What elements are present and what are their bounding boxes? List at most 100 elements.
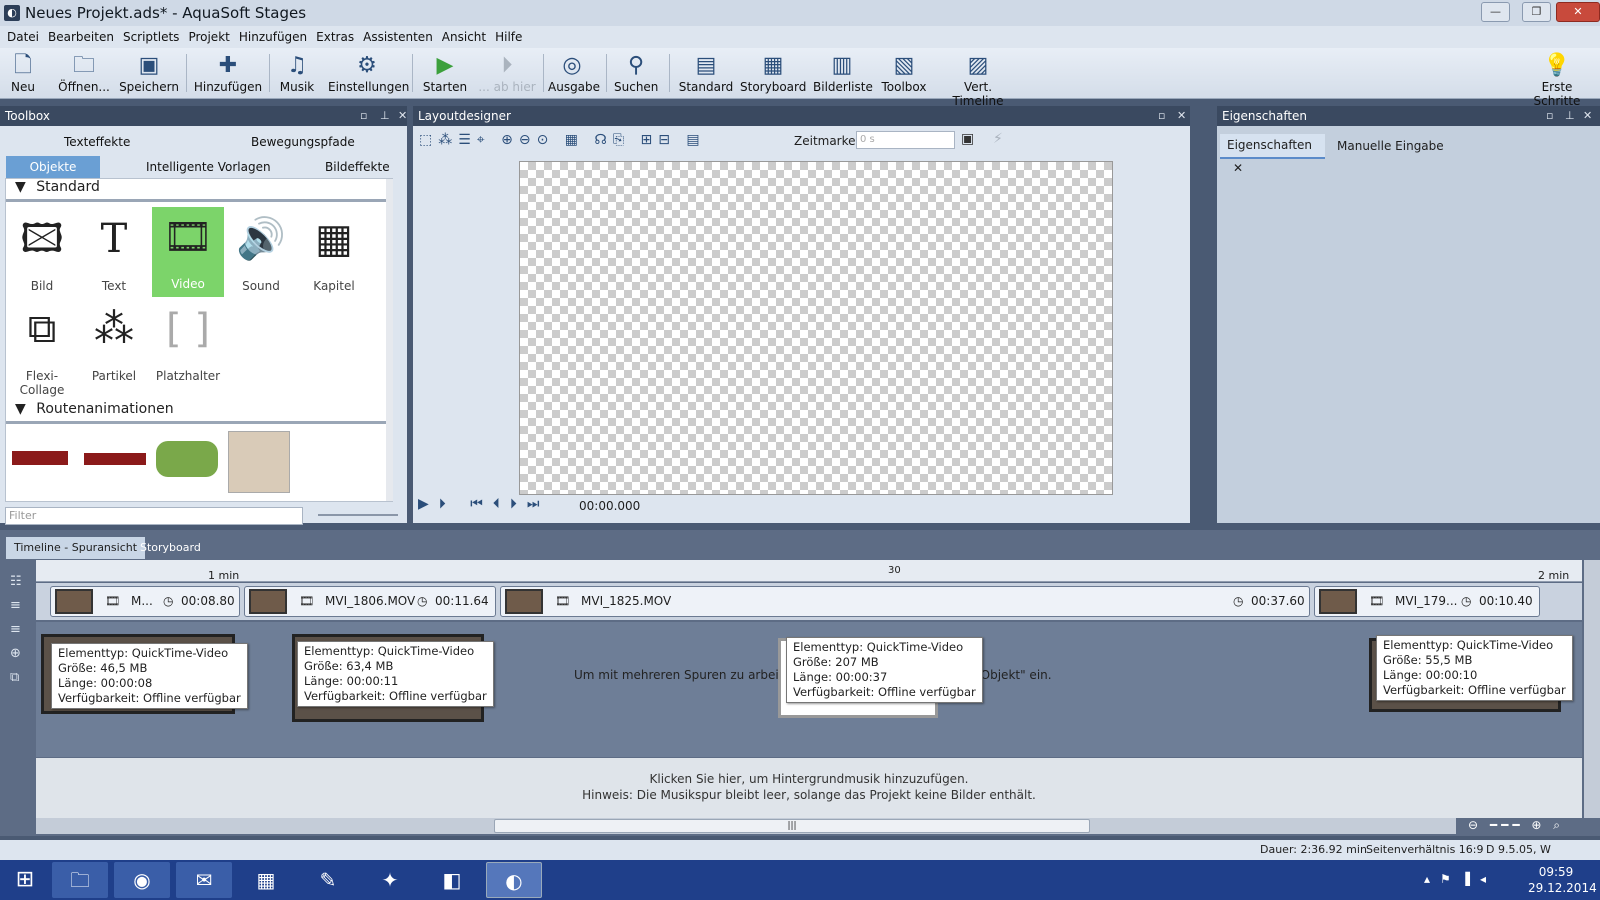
route-bar-thumbnail[interactable] xyxy=(84,453,146,465)
secondary-track-lane[interactable]: Um mit mehreren Spuren zu arbeiten, -Obj… xyxy=(36,622,1582,757)
starten-button[interactable]: ▶ Starten xyxy=(420,50,470,96)
timeline-scrollbar[interactable]: ||| xyxy=(36,818,1456,834)
clip-3[interactable]: 🎞 MVI_1825.MOV ◷ 00:37.60 xyxy=(500,586,1310,617)
music-note-icon: ♫ xyxy=(287,53,307,78)
tile-partikel[interactable]: ⁂ Partikel xyxy=(78,299,150,387)
section-routenanimationen[interactable]: ▼ Routenanimationen xyxy=(15,401,174,417)
einstellungen-button[interactable]: ⚙ Einstellungen xyxy=(328,50,409,96)
pin-icon[interactable]: ⊥ xyxy=(1565,106,1575,126)
musik-button[interactable]: ♫ Musik xyxy=(276,50,318,96)
float-icon[interactable]: ▫ xyxy=(1546,106,1553,126)
maximize-button[interactable]: ❐ xyxy=(1522,2,1551,22)
system-tray[interactable]: ▴⚑▐◂ xyxy=(1424,872,1496,886)
tab-bildeffekte[interactable]: Bildeffekte xyxy=(325,160,390,174)
zoom-slider[interactable] xyxy=(318,514,398,516)
menu-ansicht[interactable]: Ansicht xyxy=(442,30,486,44)
close-icon[interactable]: ✕ xyxy=(1233,161,1243,175)
time-ruler[interactable]: 1 min 30 2 min xyxy=(36,560,1582,582)
verttimeline-label: Vert. Timeline xyxy=(952,80,1004,108)
menu-datei[interactable]: Datei xyxy=(7,30,39,44)
tab-texteffekte[interactable]: Texteffekte xyxy=(64,135,130,149)
tile-video[interactable]: 🎞 Video xyxy=(152,207,224,297)
close-icon[interactable]: ✕ xyxy=(1177,106,1186,126)
tile-bild[interactable]: 🖾 Bild xyxy=(6,209,78,297)
suchen-button[interactable]: ⚲ Suchen xyxy=(614,50,658,96)
clip-4[interactable]: 🎞 MVI_179... ◷ 00:10.40 xyxy=(1314,586,1540,617)
tab-bewegungspfade[interactable]: Bewegungspfade xyxy=(251,135,355,149)
close-icon[interactable]: ✕ xyxy=(398,106,407,126)
layout-canvas[interactable] xyxy=(519,161,1113,495)
route-arrow-thumbnail[interactable] xyxy=(12,451,68,465)
standard-view-button[interactable]: ▤ Standard xyxy=(677,50,735,96)
clock[interactable]: 09:59 29.12.2014 xyxy=(1528,864,1597,896)
wand-icon[interactable]: ⚡ xyxy=(993,131,1003,147)
vert-timeline-view-button[interactable]: ▨ Vert. Timeline xyxy=(937,50,1019,108)
tile-text[interactable]: T Text xyxy=(78,209,150,297)
tab-storyboard[interactable]: Storyboard xyxy=(132,537,209,559)
speichern-button[interactable]: ▣ Speichern xyxy=(119,50,179,96)
designer-tools[interactable]: ⬚⁂☰⌖ ⊕⊖⊙ ▦ ☊⎘ ⊞⊟ ▤ xyxy=(419,132,706,148)
tab-intelligente-vorlagen[interactable]: Intelligente Vorlagen xyxy=(146,160,271,174)
tile-platzhalter[interactable]: [ ] Platzhalter xyxy=(152,299,224,387)
close-button[interactable]: ✕ xyxy=(1556,2,1600,22)
filter-input[interactable]: Filter xyxy=(5,507,303,525)
neu-button[interactable]: 🗋 Neu xyxy=(6,50,40,96)
playback-controls[interactable]: ▶⏵ ⏮⏴⏵⏭ xyxy=(418,496,549,512)
clock-icon: ◷ xyxy=(1233,594,1244,608)
clip-2[interactable]: 🎞 MVI_1806.MOV ◷ 00:11.64 xyxy=(244,586,496,617)
menu-assistenten[interactable]: Assistenten xyxy=(363,30,433,44)
scrollbar-thumb[interactable]: ||| xyxy=(494,819,1090,833)
menu-extras[interactable]: Extras xyxy=(316,30,354,44)
gimp-icon[interactable]: ✦ xyxy=(362,862,418,898)
tile-kapitel[interactable]: ▦ Kapitel xyxy=(298,209,370,297)
float-icon[interactable]: ▫ xyxy=(1158,106,1165,126)
toolbox-view-button[interactable]: ▧ Toolbox xyxy=(879,50,929,96)
tile-flexi-collage[interactable]: ⧉ Flexi-Collage xyxy=(6,299,78,397)
thunderbird-icon[interactable]: ✉ xyxy=(176,862,232,898)
store-icon[interactable]: ◧ xyxy=(424,862,480,898)
menu-hilfe[interactable]: Hilfe xyxy=(495,30,522,44)
ruler-label-1min: 1 min xyxy=(208,569,240,582)
save-icon[interactable]: ▣ xyxy=(961,131,974,147)
close-icon[interactable]: ✕ xyxy=(1583,106,1592,126)
tab-manuelle-eingabe[interactable]: Manuelle Eingabe xyxy=(1337,139,1444,153)
world-map-thumbnail[interactable] xyxy=(156,441,218,477)
calculator-icon[interactable]: ▦ xyxy=(238,862,294,898)
music-track[interactable]: Klicken Sie hier, um Hintergrundmusik hi… xyxy=(36,758,1582,818)
objects-scrollbar[interactable] xyxy=(386,179,393,501)
tab-timeline-spuransicht[interactable]: Timeline - Spuransicht xyxy=(6,537,146,559)
tab-objekte[interactable]: Objekte xyxy=(6,156,100,178)
aquasoft-stages-icon[interactable]: ◐ xyxy=(486,862,542,898)
musik-label: Musik xyxy=(279,80,315,94)
clip-1-duration: 00:08.80 xyxy=(181,594,235,608)
explorer-icon[interactable]: 🗀 xyxy=(52,862,108,898)
erste-schritte-button[interactable]: 💡 Erste Schritte xyxy=(1518,50,1596,108)
clip-1[interactable]: 🎞 M... ◷ 00:08.80 xyxy=(50,586,240,617)
float-icon[interactable]: ▫ xyxy=(360,106,367,126)
minimize-button[interactable]: — xyxy=(1481,2,1510,22)
map-route-thumbnail[interactable] xyxy=(228,431,290,493)
timeline-zoom-controls[interactable]: ⊖ ━━━ ⊕ ⌕ xyxy=(1468,818,1588,834)
zeitmarke-input[interactable]: 0 s xyxy=(856,131,955,149)
menu-scriptlets[interactable]: Scriptlets xyxy=(123,30,179,44)
menu-bearbeiten[interactable]: Bearbeiten xyxy=(48,30,114,44)
section-standard[interactable]: ▼ Standard xyxy=(15,179,100,195)
pin-icon[interactable]: ⊥ xyxy=(380,106,390,126)
ausgabe-button[interactable]: ◎ Ausgabe xyxy=(548,50,600,96)
storyboard-view-button[interactable]: ▦ Storyboard xyxy=(740,50,806,96)
hinzufuegen-button[interactable]: ✚ Hinzufügen xyxy=(193,50,263,96)
tile-sound[interactable]: 🔊 Sound xyxy=(225,209,297,297)
oeffnen-button[interactable]: 🗀 Öffnen... xyxy=(58,50,110,96)
tab-eigenschaften[interactable]: Eigenschaften ✕ xyxy=(1220,134,1325,175)
timeline-vertical-zoom[interactable] xyxy=(1584,560,1600,818)
bilderliste-view-button[interactable]: ▥ Bilderliste xyxy=(813,50,873,96)
tooltip-size: Größe: 55,5 MB xyxy=(1383,653,1473,667)
timeline-side-tools[interactable]: ☷ ≡ ≡ ⊕ ⧉ xyxy=(10,570,30,690)
abhier-button[interactable]: ⏵ ... ab hier xyxy=(476,50,538,96)
clip-4-tooltip: Elementtyp: QuickTime-Video Größe: 55,5 M… xyxy=(1376,635,1573,701)
paint-icon[interactable]: ✎ xyxy=(300,862,356,898)
menu-hinzufuegen[interactable]: Hinzufügen xyxy=(239,30,307,44)
firefox-icon[interactable]: ◉ xyxy=(114,862,170,898)
start-button[interactable]: ⊞ xyxy=(0,862,50,898)
menu-projekt[interactable]: Projekt xyxy=(188,30,229,44)
